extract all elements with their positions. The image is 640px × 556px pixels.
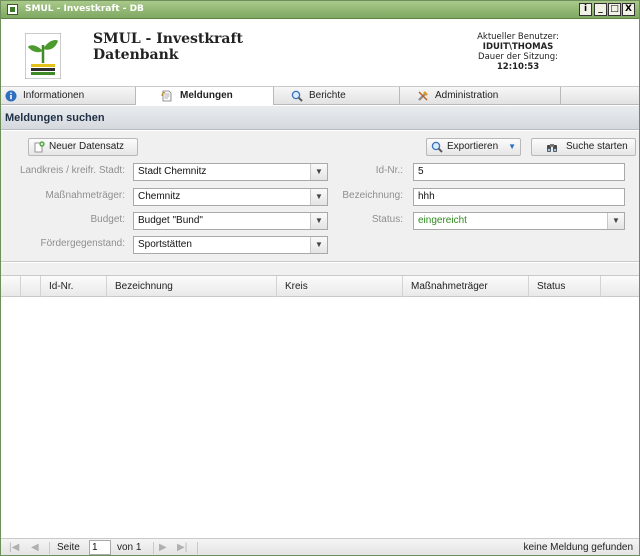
last-page-icon[interactable]: ▶| — [177, 541, 187, 555]
start-search-label: Suche starten — [566, 141, 628, 152]
magnifier-icon — [431, 141, 443, 153]
budget-label: Budget: — [90, 214, 125, 225]
info-button[interactable]: i — [579, 3, 592, 16]
page-label: Seite — [57, 542, 80, 553]
chevron-down-icon[interactable]: ▼ — [607, 213, 624, 229]
app-header: SMUL - Investkraft Datenbank Aktueller B… — [1, 20, 639, 86]
status-label: Status: — [371, 214, 403, 225]
current-user-value: IDUIT\THOMAS — [482, 42, 554, 52]
idnr-label: Id-Nr.: — [375, 165, 403, 176]
app-name-line1: SMUL - Investkraft — [93, 31, 243, 47]
previous-page-icon[interactable]: ◀ — [31, 541, 39, 555]
traeger-value: Chemnitz — [138, 191, 181, 202]
current-user-label: Aktueller Benutzer: — [477, 32, 559, 42]
search-toolbar: Neuer Datensatz Exportieren ▼ Suche star… — [1, 131, 639, 159]
landkreis-value: Stadt Chemnitz — [138, 166, 207, 177]
new-record-label: Neuer Datensatz — [49, 141, 125, 152]
chevron-down-icon[interactable]: ▼ — [310, 189, 327, 205]
export-button[interactable]: Exportieren ▼ — [426, 138, 521, 156]
status-value: eingereicht — [418, 215, 467, 226]
chevron-down-icon[interactable]: ▼ — [310, 164, 327, 180]
status-select[interactable]: eingereicht ▼ — [413, 212, 625, 230]
window-title: SMUL - Investkraft - DB — [25, 4, 144, 14]
user-info: Aktueller Benutzer: IDUIT\THOMAS Dauer d… — [477, 32, 559, 72]
section-title: Meldungen suchen — [1, 106, 639, 130]
grid-row-selector-header — [1, 275, 21, 297]
paging-toolbar: |◀ ◀ Seite 1 von 1 ▶ ▶| keine Meldung ge… — [1, 538, 639, 555]
tab-berichte-label: Berichte — [309, 90, 346, 101]
minimize-button[interactable]: _ — [594, 3, 607, 16]
grid-header-spacer — [21, 276, 41, 297]
foerder-label: Fördergegenstand: — [40, 238, 125, 249]
idnr-input[interactable]: 5 — [413, 163, 625, 181]
title-bar: SMUL - Investkraft - DB i _ □ X — [1, 1, 639, 19]
budget-value: Budget "Bund" — [138, 215, 203, 226]
info-icon — [5, 90, 17, 102]
start-search-button[interactable]: Suche starten — [531, 138, 636, 156]
column-header-bezeichnung[interactable]: Bezeichnung — [107, 276, 277, 297]
session-duration-label: Dauer der Sitzung: — [478, 52, 559, 62]
chevron-down-icon[interactable]: ▼ — [310, 237, 327, 253]
search-form: Landkreis / kreifr. Stadt: Stadt Chemnit… — [1, 159, 639, 262]
grid-header: Id-Nr. Bezeichnung Kreis Maßnahmeträger … — [21, 275, 639, 297]
column-header-kreis[interactable]: Kreis — [277, 276, 403, 297]
traeger-label: Maßnahmeträger: — [45, 190, 125, 201]
bezeichnung-input[interactable]: hhh — [413, 188, 625, 206]
app-name-line2: Datenbank — [93, 47, 179, 63]
new-document-icon — [34, 141, 45, 153]
export-label: Exportieren — [447, 141, 499, 152]
chevron-down-icon: ▼ — [508, 142, 516, 151]
column-header-status[interactable]: Status — [529, 276, 601, 297]
tab-informationen-label: Informationen — [23, 90, 85, 101]
binoculars-icon — [547, 144, 557, 152]
results-grid: Id-Nr. Bezeichnung Kreis Maßnahmeträger … — [1, 263, 639, 538]
pager-separator — [153, 542, 154, 554]
bezeichnung-label: Bezeichnung: — [342, 190, 403, 201]
empty-results-message: keine Meldung gefunden — [523, 542, 633, 553]
landkreis-select[interactable]: Stadt Chemnitz ▼ — [133, 163, 328, 181]
first-page-icon[interactable]: |◀ — [9, 541, 19, 555]
page-count-label: von 1 — [117, 542, 142, 553]
grid-spacer — [1, 263, 639, 275]
next-page-icon[interactable]: ▶ — [159, 541, 167, 555]
tab-informationen[interactable]: Informationen — [1, 87, 136, 105]
tab-administration-label: Administration — [435, 90, 499, 101]
pager-separator — [49, 542, 50, 554]
session-duration-value: 12:10:53 — [496, 62, 540, 72]
maximize-button[interactable]: □ — [608, 3, 621, 16]
tab-berichte[interactable]: Berichte — [274, 87, 400, 105]
foerder-value: Sportstätten — [138, 239, 192, 250]
sprout-logo-icon — [25, 33, 61, 79]
chevron-down-icon[interactable]: ▼ — [310, 213, 327, 229]
app-name: SMUL - Investkraft Datenbank — [93, 31, 243, 63]
new-record-button[interactable]: Neuer Datensatz — [28, 138, 138, 156]
main-tabbar: Informationen Meldungen Berichte Adminis… — [1, 86, 639, 105]
foerder-select[interactable]: Sportstätten ▼ — [133, 236, 328, 254]
landkreis-label: Landkreis / kreifr. Stadt: — [19, 165, 125, 176]
close-button[interactable]: X — [622, 3, 635, 16]
document-icon — [161, 90, 172, 102]
tab-administration[interactable]: Administration — [400, 87, 561, 105]
page-number-input[interactable]: 1 — [89, 540, 111, 555]
app-window: SMUL - Investkraft - DB i _ □ X SMUL - I… — [0, 0, 640, 556]
traeger-select[interactable]: Chemnitz ▼ — [133, 188, 328, 206]
tab-meldungen-label: Meldungen — [180, 90, 233, 101]
pager-separator — [197, 542, 198, 554]
column-header-traeger[interactable]: Maßnahmeträger — [403, 276, 529, 297]
app-window-icon — [7, 4, 18, 15]
tools-icon — [418, 91, 428, 101]
magnifier-icon — [291, 90, 303, 102]
column-header-idnr[interactable]: Id-Nr. — [41, 276, 107, 297]
tab-meldungen[interactable]: Meldungen — [136, 87, 274, 105]
budget-select[interactable]: Budget "Bund" ▼ — [133, 212, 328, 230]
